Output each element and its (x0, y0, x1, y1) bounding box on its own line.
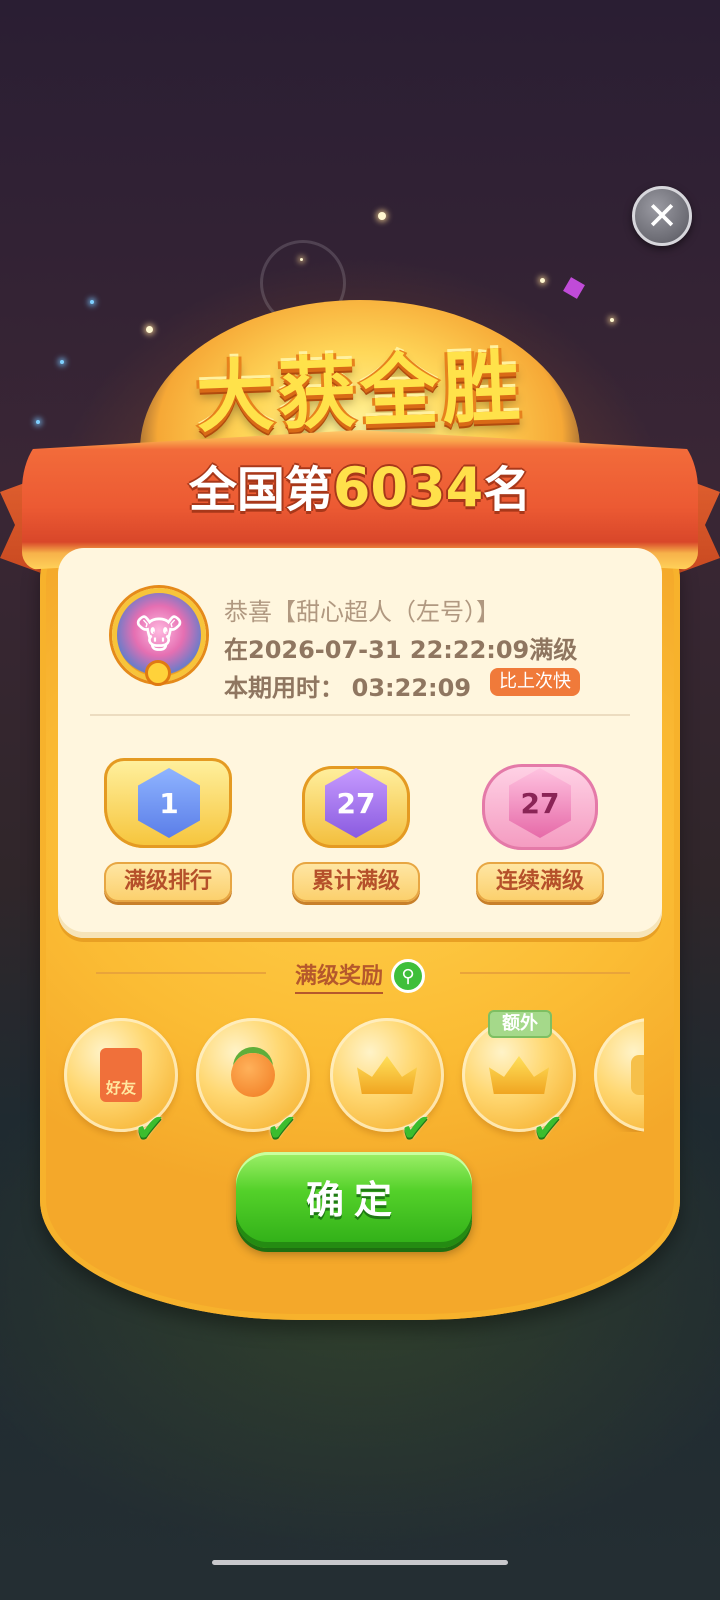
search-icon[interactable]: ⚲ (391, 959, 425, 993)
rank-suffix: 名 (483, 462, 532, 518)
avatar-frame-gem-icon (145, 660, 171, 686)
streak-badge[interactable]: 27 (470, 748, 610, 858)
reward-item-wing-badge[interactable] (594, 1018, 644, 1132)
crown-icon (357, 1056, 417, 1094)
rank-prefix: 全国第 (188, 462, 333, 518)
extra-tag: 额外 (488, 1010, 552, 1038)
reward-header: 满级奖励 ⚲ (0, 958, 720, 994)
congrats-line: 恭喜【甜心超人（左号）】 (224, 598, 500, 626)
faster-badge: 比上次快 (490, 668, 580, 696)
claimed-check-icon: ✔ (532, 1106, 564, 1150)
claimed-check-icon: ✔ (134, 1106, 166, 1150)
claimed-check-icon: ✔ (400, 1106, 432, 1150)
confirm-button[interactable]: 确定 (236, 1152, 472, 1248)
reward-title: 满级奖励 (294, 958, 383, 994)
avatar-character-icon: 🐮 (135, 612, 183, 658)
crown-icon (489, 1056, 549, 1094)
total-badge[interactable]: 27 (286, 748, 426, 858)
level-time-line: 在2026-07-31 22:22:09满级 (224, 630, 577, 665)
persimmon-icon (231, 1053, 275, 1097)
badge-label-total[interactable]: 累计满级 (292, 862, 420, 902)
duration-line: 本期用时： 03:22:09 (224, 668, 471, 703)
reward-item-partial-clip (594, 1018, 644, 1132)
rank-text: 全国第6034名 (0, 450, 720, 520)
duration-label: 本期用时： (224, 674, 344, 702)
duration-value: 03:22:09 (351, 674, 472, 702)
home-indicator[interactable] (212, 1560, 508, 1565)
divider (90, 714, 630, 716)
close-button[interactable]: ✕ (632, 186, 692, 246)
wing-badge-icon (631, 1055, 644, 1095)
rank-number: 6034 (332, 456, 484, 519)
rank-badge[interactable]: 1 (98, 748, 238, 858)
badge-label-rank[interactable]: 满级排行 (104, 862, 232, 902)
red-packet-icon: 好友 (100, 1048, 142, 1102)
close-icon: ✕ (646, 194, 678, 238)
red-packet-text: 好友 (105, 1079, 136, 1097)
claimed-check-icon: ✔ (266, 1106, 298, 1150)
badge-label-streak[interactable]: 连续满级 (476, 862, 604, 902)
level-time-text: 在2026-07-31 22:22:09满级 (224, 636, 578, 664)
